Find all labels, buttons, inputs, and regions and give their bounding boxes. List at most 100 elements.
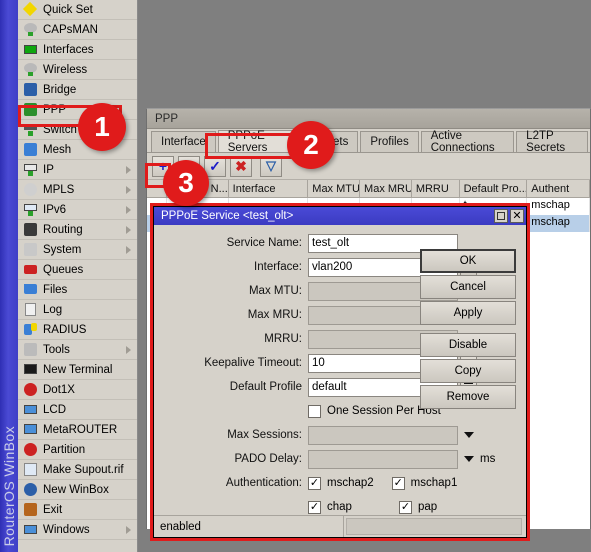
filter-icon: ▽ <box>266 158 276 173</box>
sidebar-item-partition[interactable]: Partition <box>18 440 137 460</box>
table-cell: mschap <box>527 215 590 232</box>
maximize-button[interactable] <box>494 209 508 223</box>
field-label: Max Sessions: <box>227 429 302 441</box>
sidebar-item-label: Queues <box>43 263 84 276</box>
tab-label: PPPoE Servers <box>227 129 268 154</box>
ip-icon <box>23 162 38 177</box>
column-label: MRRU <box>415 182 449 195</box>
sidebar-item-bridge[interactable]: Bridge <box>18 80 137 100</box>
partition-icon <box>23 442 38 457</box>
brand-strip: RouterOS WinBox <box>0 0 18 552</box>
sidebar-item-label: Tools <box>43 343 70 356</box>
table-column-header[interactable]: Authent <box>527 180 590 197</box>
disable-button[interactable]: ✖ <box>230 155 252 177</box>
sidebar-item-capsman[interactable]: CAPsMAN <box>18 20 137 40</box>
wand-icon <box>22 1 38 17</box>
column-label: Max MRU <box>364 182 412 195</box>
field-suffix: ms <box>480 453 496 465</box>
auth-pap-checkbox[interactable]: ✓ <box>398 500 412 514</box>
dialog-titlebar[interactable]: PPPoE Service <test_olt> ✕ <box>154 207 526 225</box>
mpls-icon <box>23 182 38 197</box>
cancel-button[interactable]: Cancel <box>420 275 516 299</box>
sidebar-item-ip[interactable]: IP <box>18 160 137 180</box>
table-header-row[interactable]: Service N...InterfaceMax MTUMax MRUMRRUD… <box>147 180 590 198</box>
ppp-toolbar[interactable]: +−✓✖▽ <box>147 153 590 180</box>
remove-button[interactable]: Remove <box>420 385 516 409</box>
metarouter-icon <box>23 422 38 437</box>
apply-button[interactable]: Apply <box>420 301 516 325</box>
column-label: Default Pro... <box>463 182 528 195</box>
one-session-per-host-checkbox[interactable] <box>308 404 321 418</box>
field-label: Keepalive Timeout: <box>204 357 302 369</box>
table-column-header[interactable]: Max MTU <box>308 180 361 197</box>
auth-mschap2-checkbox[interactable]: ✓ <box>308 476 321 490</box>
chevron-right-icon <box>126 245 131 254</box>
system-icon <box>23 242 38 257</box>
folder-icon <box>23 282 38 297</box>
sidebar-item-interfaces[interactable]: Interfaces <box>18 40 137 60</box>
ppp-window-titlebar[interactable]: PPP <box>147 109 590 129</box>
sidebar-item-dot1x[interactable]: Dot1X <box>18 380 137 400</box>
tab-profiles[interactable]: Profiles <box>360 131 419 152</box>
sidebar-item-mpls[interactable]: MPLS <box>18 180 137 200</box>
sidebar-item-label: LCD <box>43 403 67 416</box>
tab-l2tp-secrets[interactable]: L2TP Secrets <box>516 130 588 154</box>
sidebar-item-label: IPv6 <box>43 203 67 216</box>
auth-chap-checkbox[interactable]: ✓ <box>308 500 321 514</box>
dialog-status-bar: enabled <box>154 515 526 537</box>
antenna-icon <box>23 22 38 37</box>
sidebar-item-new-terminal[interactable]: New Terminal <box>18 360 137 380</box>
sidebar-item-quick-set[interactable]: Quick Set <box>18 0 137 20</box>
field-value: default <box>312 381 347 393</box>
auth-pap-label: pap <box>417 501 438 513</box>
tab-interface[interactable]: Interface <box>151 131 216 152</box>
sidebar-item-tools[interactable]: Tools <box>18 340 137 360</box>
chevron-down-icon[interactable] <box>464 456 474 462</box>
dialog-button-column[interactable]: OK Cancel Apply Disable Copy Remove <box>420 249 516 411</box>
sidebar-item-wireless[interactable]: Wireless <box>18 60 137 80</box>
sidebar-item-lcd[interactable]: LCD <box>18 400 137 420</box>
table-column-header[interactable]: Max MRU <box>360 180 412 197</box>
sidebar-item-make-supout-rif[interactable]: Make Supout.rif <box>18 460 137 480</box>
sidebar-item-routing[interactable]: Routing <box>18 220 137 240</box>
sidebar-item-label: Wireless <box>43 63 88 76</box>
queues-icon <box>23 262 38 277</box>
field-input[interactable] <box>308 449 458 469</box>
sidebar-item-ipv6[interactable]: IPv6 <box>18 200 137 220</box>
sidebar-item-files[interactable]: Files <box>18 280 137 300</box>
ok-button[interactable]: OK <box>420 249 516 273</box>
sidebar-item-windows[interactable]: Windows <box>18 520 137 540</box>
ppp-tab-bar[interactable]: InterfacePPPoE ServersSecretsProfilesAct… <box>147 129 590 154</box>
table-column-header[interactable]: MRRU <box>412 180 460 197</box>
sidebar-item-system[interactable]: System <box>18 240 137 260</box>
status-text: enabled <box>154 516 344 537</box>
sidebar-item-metarouter[interactable]: MetaROUTER <box>18 420 137 440</box>
sidebar-item-new-winbox[interactable]: New WinBox <box>18 480 137 500</box>
sidebar-item-label: Files <box>43 283 68 296</box>
field-label: Max MRU: <box>247 309 302 321</box>
tab-active-connections[interactable]: Active Connections <box>420 130 515 154</box>
sidebar-item-label: RADIUS <box>43 323 87 336</box>
close-button[interactable]: ✕ <box>510 209 524 223</box>
disable-button[interactable]: Disable <box>420 333 516 357</box>
sidebar-item-exit[interactable]: Exit <box>18 500 137 520</box>
table-column-header[interactable]: Default Pro... <box>460 180 528 197</box>
tools-icon <box>23 342 38 357</box>
dot1x-icon <box>23 382 38 397</box>
button-label: Remove <box>446 391 490 403</box>
tab-pppoe-servers[interactable]: PPPoE Servers <box>217 129 298 154</box>
auth-mschap1-checkbox[interactable]: ✓ <box>391 476 405 490</box>
chevron-down-icon[interactable] <box>464 432 474 438</box>
sidebar-item-radius[interactable]: RADIUS <box>18 320 137 340</box>
sidebar-item-log[interactable]: Log <box>18 300 137 320</box>
field-input[interactable] <box>308 425 458 445</box>
sidebar-item-queues[interactable]: Queues <box>18 260 137 280</box>
button-label: Copy <box>454 365 482 377</box>
filter-button[interactable]: ▽ <box>260 155 282 177</box>
sidebar-menu[interactable]: Quick Set CAPsMAN Interfaces Wireless Bridge… <box>18 0 138 552</box>
authentication-row-2: ✓ chap ✓ pap <box>154 497 526 517</box>
table-column-header[interactable]: Interface <box>229 180 309 197</box>
copy-button[interactable]: Copy <box>420 359 516 383</box>
button-label: OK <box>459 255 477 267</box>
sidebar-item-label: Windows <box>43 523 90 536</box>
